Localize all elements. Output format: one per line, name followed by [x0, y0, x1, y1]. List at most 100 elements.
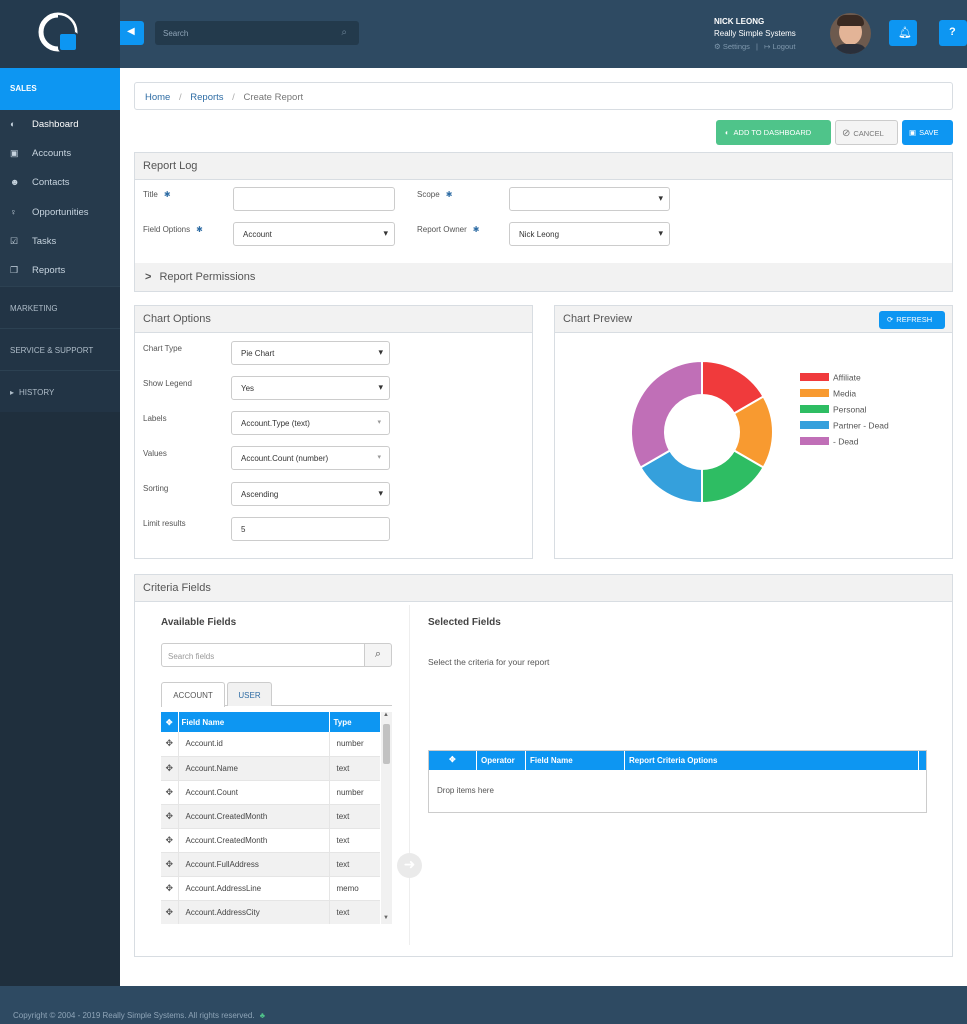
- sidebar-item-dashboard[interactable]: ◐ Dashboard: [0, 110, 120, 139]
- gear-icon: ⚙: [714, 42, 721, 51]
- sidebar-section-marketing[interactable]: MARKETING: [0, 286, 120, 328]
- selected-fields-title: Selected Fields: [428, 617, 501, 628]
- chart-type-select[interactable]: Pie Chart: [231, 341, 390, 365]
- field-options-select[interactable]: Account: [233, 222, 395, 246]
- briefcase-icon: ▣: [10, 148, 19, 158]
- top-bar: ◀ Search ⌕ NICK LEONG Really Simple Syst…: [0, 0, 967, 68]
- breadcrumb-home[interactable]: Home: [145, 92, 170, 103]
- legend-swatch-2: [800, 405, 829, 413]
- values-combobox[interactable]: Account.Count (number): [231, 446, 390, 470]
- scroll-up-icon[interactable]: ▲: [383, 712, 389, 718]
- legend-label-0: Affiliate: [833, 373, 861, 383]
- legend-swatch-0: [800, 373, 829, 381]
- legend-swatch-4: [800, 437, 829, 445]
- move-icon[interactable]: ✥: [161, 804, 179, 829]
- report-permissions-toggle[interactable]: > Report Permissions: [135, 263, 952, 291]
- sidebar-item-tasks[interactable]: ☑ Tasks: [0, 227, 120, 256]
- sidebar-section-sales[interactable]: SALES: [0, 68, 120, 110]
- move-icon[interactable]: ✥: [161, 852, 179, 877]
- settings-link[interactable]: Settings: [723, 42, 750, 51]
- table-row[interactable]: ✥ Account.AddressLine memo: [161, 876, 380, 901]
- available-fields-title: Available Fields: [161, 617, 237, 628]
- limit-results-input[interactable]: 5: [231, 517, 390, 541]
- tab-user[interactable]: USER: [227, 682, 272, 706]
- add-to-dashboard-button[interactable]: ◐ ADD TO DASHBOARD: [716, 120, 831, 145]
- sidebar-section-history[interactable]: ▸ HISTORY: [0, 370, 120, 412]
- available-fields-table: ✥ Field Name Type ✥ Account.id number ✥ Acco…: [161, 712, 392, 924]
- search-input[interactable]: Search ⌕: [155, 21, 359, 45]
- files-icon: ❐: [10, 265, 19, 275]
- table-row[interactable]: ✥ Account.FullAddress text: [161, 852, 380, 877]
- avatar[interactable]: [830, 13, 871, 54]
- table-row[interactable]: ✥ Account.Count number: [161, 780, 380, 805]
- move-icon[interactable]: ✥: [161, 756, 179, 781]
- table-row[interactable]: ✥ Account.CreatedMonth text: [161, 804, 380, 829]
- table-scrollbar[interactable]: ▲ ▼: [381, 712, 392, 924]
- move-icon[interactable]: ✥: [161, 828, 179, 853]
- search-fields-input[interactable]: Search fields: [161, 643, 365, 667]
- sorting-select[interactable]: Ascending: [231, 482, 390, 506]
- table-row[interactable]: ✥ Account.Name text: [161, 756, 380, 781]
- labels-label: Labels: [143, 414, 167, 423]
- app-logo[interactable]: [37, 11, 81, 55]
- legend-label-4: - Dead: [833, 437, 859, 447]
- panel-title: Criteria Fields: [135, 575, 952, 602]
- logout-link[interactable]: Logout: [772, 42, 795, 51]
- refresh-button[interactable]: ⟳ REFRESH: [879, 311, 945, 329]
- save-button[interactable]: ▣ SAVE: [902, 120, 953, 145]
- sidebar-item-accounts[interactable]: ▣ Accounts: [0, 139, 120, 168]
- field-name-cell: Account.Count: [178, 780, 330, 805]
- selected-fields-table: ✥ Operator Field Name Report Criteria Op…: [428, 750, 927, 813]
- donut-chart: Affiliate Media Personal Partner - Dead - De…: [630, 359, 889, 505]
- move-icon[interactable]: ✥: [161, 900, 179, 924]
- type-cell: number: [329, 780, 380, 805]
- search-icon[interactable]: ⌕: [341, 27, 347, 38]
- type-cell: text: [329, 900, 380, 924]
- drop-zone[interactable]: Drop items here: [437, 786, 494, 795]
- type-cell: number: [329, 732, 380, 757]
- user-name: NICK LEONG: [714, 17, 765, 26]
- scroll-down-icon[interactable]: ▼: [383, 915, 389, 921]
- sidebar-item-opportunities[interactable]: ♀ Opportunities: [0, 198, 120, 227]
- move-right-icon[interactable]: ➜: [397, 853, 422, 878]
- field-name-header: Field Name: [178, 712, 330, 732]
- type-cell: text: [329, 756, 380, 781]
- sidebar-item-contacts[interactable]: ☻ Contacts: [0, 168, 120, 197]
- panel-title: Report Log: [135, 153, 952, 180]
- chart-type-label: Chart Type: [143, 344, 182, 353]
- type-cell: text: [329, 852, 380, 877]
- tab-account[interactable]: ACCOUNT: [161, 682, 225, 707]
- help-button[interactable]: ?: [939, 20, 967, 46]
- caret-right-icon: ▸: [10, 388, 15, 397]
- leaf-icon: ♣: [259, 1011, 266, 1020]
- field-name-cell: Account.Name: [178, 756, 330, 781]
- search-fields-button[interactable]: ⌕: [364, 643, 392, 667]
- pie-slice-4[interactable]: [630, 359, 703, 469]
- title-input[interactable]: [233, 187, 395, 211]
- sidebar-section-service[interactable]: SERVICE & SUPPORT: [0, 328, 120, 370]
- cancel-button[interactable]: ⊘ CANCEL: [835, 120, 898, 145]
- scrollbar-thumb[interactable]: [383, 724, 390, 764]
- company-name: Really Simple Systems: [714, 29, 796, 38]
- chart-preview-panel: Chart Preview ⟳ REFRESH Affiliate Media Per…: [554, 305, 953, 559]
- table-row[interactable]: ✥ Account.AddressCity text: [161, 900, 380, 924]
- report-owner-label: Report Owner ✱: [417, 225, 480, 234]
- notifications-button[interactable]: 🔔︎: [889, 20, 917, 46]
- sorting-label: Sorting: [143, 484, 169, 493]
- move-icon[interactable]: ✥: [161, 732, 179, 757]
- scope-select[interactable]: [509, 187, 670, 211]
- table-row[interactable]: ✥ Account.id number: [161, 732, 380, 757]
- sidebar-toggle-button[interactable]: ◀: [120, 21, 144, 45]
- move-icon[interactable]: ✥: [161, 876, 179, 901]
- sidebar-item-reports[interactable]: ❐ Reports: [0, 256, 120, 285]
- move-icon[interactable]: ✥: [161, 780, 179, 805]
- show-legend-select[interactable]: Yes: [231, 376, 390, 400]
- legend-swatch-1: [800, 389, 829, 397]
- table-row[interactable]: ✥ Account.CreatedMonth text: [161, 828, 380, 853]
- search-icon: ⌕: [374, 648, 382, 660]
- report-owner-select[interactable]: Nick Leong: [509, 222, 670, 246]
- field-name-header: Field Name: [530, 756, 573, 765]
- labels-combobox[interactable]: Account.Type (text): [231, 411, 390, 435]
- breadcrumb-reports[interactable]: Reports: [190, 92, 223, 103]
- scope-label: Scope ✱: [417, 190, 453, 199]
